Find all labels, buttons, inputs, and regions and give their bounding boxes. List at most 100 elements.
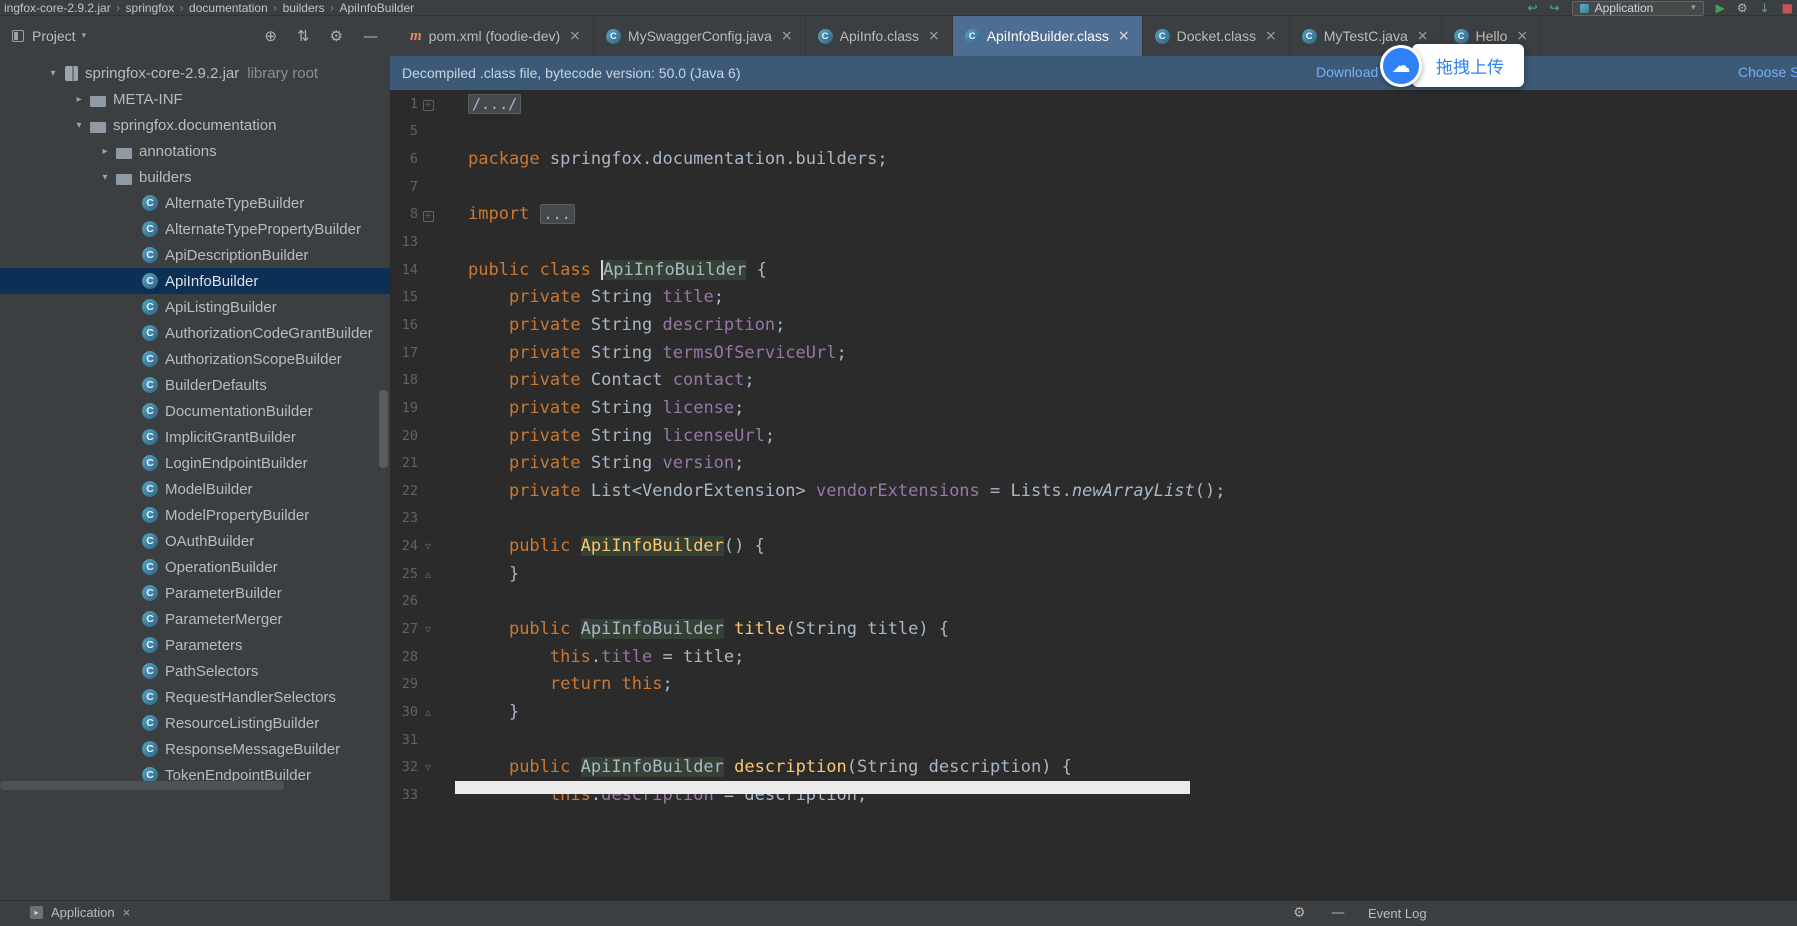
tab-close-icon[interactable]: × [1516, 28, 1528, 44]
fold-marker[interactable]: ▿ [418, 539, 438, 553]
tree-item[interactable]: C AuthorizationCodeGrantBuilder [0, 320, 390, 346]
tab-close-icon[interactable]: × [781, 28, 793, 44]
code-line[interactable]: 25 ▵ } [390, 560, 1797, 588]
fold-marker[interactable]: ▿ [418, 622, 438, 636]
cloud-upload-icon[interactable]: ☁ [1380, 44, 1422, 87]
tree-item[interactable]: C ResponseMessageBuilder [0, 736, 390, 762]
tree-item[interactable]: C ImplicitGrantBuilder [0, 424, 390, 450]
settings-icon[interactable]: ⚙ [1737, 1, 1748, 15]
tree-item[interactable]: C ModelBuilder [0, 476, 390, 502]
settings-icon[interactable]: ⚙ [330, 27, 343, 45]
hide-panel-icon[interactable]: — [363, 27, 378, 45]
code-line[interactable]: 18 private Contact contact; [390, 366, 1797, 394]
choose-sources-link[interactable]: Choose Sources [1738, 64, 1797, 80]
code-line[interactable]: 1 + /.../ [390, 90, 1797, 118]
tree-item[interactable]: C DocumentationBuilder [0, 398, 390, 424]
editor-tab[interactable]: C ApiInfoBuilder.class × [952, 16, 1143, 56]
tree-item[interactable]: C RequestHandlerSelectors [0, 684, 390, 710]
breadcrumb-item[interactable]: builders [283, 1, 325, 15]
breadcrumb-item[interactable]: ingfox-core-2.9.2.jar [4, 1, 111, 15]
editor-tab[interactable]: C Docket.class × [1143, 16, 1290, 56]
tree-item[interactable]: C ApiListingBuilder [0, 294, 390, 320]
settings-icon[interactable]: ⚙ [1293, 905, 1306, 921]
close-icon[interactable]: × [123, 905, 131, 920]
tree-item[interactable]: C ModelPropertyBuilder [0, 502, 390, 528]
breadcrumb-item[interactable]: documentation [189, 1, 268, 15]
code-line[interactable]: 30 ▵ } [390, 698, 1797, 726]
code-line[interactable]: 24 ▿ public ApiInfoBuilder() { [390, 532, 1797, 560]
fold-marker[interactable]: ▵ [418, 567, 438, 581]
tree-item[interactable]: C AlternateTypePropertyBuilder [0, 216, 390, 242]
breadcrumb-item[interactable]: ApiInfoBuilder [339, 1, 414, 15]
fold-marker[interactable]: ▵ [418, 705, 438, 719]
chevron-icon[interactable]: ▸ [68, 94, 90, 105]
code-line[interactable]: 21 private String version; [390, 449, 1797, 477]
chevron-icon[interactable]: ▾ [42, 68, 64, 79]
code-line[interactable]: 31 [390, 726, 1797, 754]
update-icon[interactable]: ↓ [1760, 1, 1770, 15]
code-line[interactable]: 23 [390, 505, 1797, 533]
run-tool-window-tab[interactable]: ▸ Application × [30, 905, 130, 920]
code-line[interactable]: 26 [390, 588, 1797, 616]
drag-upload-button[interactable]: 拖拽上传 [1412, 44, 1524, 87]
tree-item[interactable]: C ApiInfoBuilder [0, 268, 390, 294]
tree-item[interactable]: C AuthorizationScopeBuilder [0, 346, 390, 372]
code-line[interactable]: 17 private String termsOfServiceUrl; [390, 339, 1797, 367]
run-configuration-select[interactable]: Application ▾ [1571, 0, 1704, 16]
tree-item[interactable]: ▸ META-INF [0, 86, 390, 112]
vertical-scrollbar[interactable] [379, 390, 388, 468]
code-line[interactable]: 19 private String license; [390, 394, 1797, 422]
tree-item[interactable]: C Parameters [0, 632, 390, 658]
code-line[interactable]: 8 + import ... [390, 201, 1797, 229]
tree-item[interactable]: C ParameterBuilder [0, 580, 390, 606]
forward-icon[interactable]: ↪ [1550, 1, 1560, 15]
tree-item[interactable]: C ApiDescriptionBuilder [0, 242, 390, 268]
tree-item[interactable]: C ParameterMerger [0, 606, 390, 632]
editor-tab[interactable]: m pom.xml (foodie-dev) × [398, 16, 594, 56]
tree-item[interactable]: ▾ builders [0, 164, 390, 190]
horizontal-scrollbar[interactable] [0, 781, 284, 790]
editor-tab[interactable]: C ApiInfo.class × [806, 16, 953, 56]
code-line[interactable]: 16 private String description; [390, 311, 1797, 339]
tab-close-icon[interactable]: × [569, 28, 581, 44]
tab-close-icon[interactable]: × [1118, 28, 1130, 44]
code-editor[interactable]: 1 + /.../ 5 6 package springfox.documentation… [390, 90, 1797, 900]
chevron-icon[interactable]: ▾ [94, 172, 116, 183]
tree-item[interactable]: C PathSelectors [0, 658, 390, 684]
tab-close-icon[interactable]: × [928, 28, 940, 44]
tree-item[interactable]: ▾ springfox.documentation [0, 112, 390, 138]
tree-item[interactable]: C OperationBuilder [0, 554, 390, 580]
code-line[interactable]: 27 ▿ public ApiInfoBuilder title(String t… [390, 615, 1797, 643]
tree-item[interactable]: C OAuthBuilder [0, 528, 390, 554]
breadcrumb-item[interactable]: springfox [126, 1, 175, 15]
scroll-from-source-icon[interactable]: ⇅ [297, 27, 310, 45]
code-line[interactable]: 28 this.title = title; [390, 643, 1797, 671]
tree-item[interactable]: C ResourceListingBuilder [0, 710, 390, 736]
code-line[interactable]: 15 private String title; [390, 283, 1797, 311]
fold-marker[interactable]: + [418, 207, 438, 222]
code-line[interactable]: 20 private String licenseUrl; [390, 422, 1797, 450]
back-icon[interactable]: ↩ [1527, 1, 1537, 15]
hide-icon[interactable]: — [1331, 905, 1345, 921]
tree-item[interactable]: C LoginEndpointBuilder [0, 450, 390, 476]
code-line[interactable]: 6 package springfox.documentation.builder… [390, 145, 1797, 173]
tab-close-icon[interactable]: × [1417, 28, 1429, 44]
code-line[interactable]: 14 public class ApiInfoBuilder { [390, 256, 1797, 284]
chevron-icon[interactable]: ▾ [68, 120, 90, 131]
run-icon[interactable]: ▶ [1716, 1, 1725, 15]
tree-item[interactable]: ▸ annotations [0, 138, 390, 164]
tree-item[interactable]: C BuilderDefaults [0, 372, 390, 398]
stop-icon[interactable]: ■ [1782, 1, 1793, 15]
fold-marker[interactable]: + [418, 96, 438, 112]
chevron-icon[interactable]: ▸ [94, 146, 116, 157]
fold-marker[interactable]: ▿ [418, 760, 438, 774]
code-line[interactable]: 29 return this; [390, 670, 1797, 698]
chevron-down-icon[interactable]: ▾ [82, 31, 87, 41]
editor-tab[interactable]: C MySwaggerConfig.java × [594, 16, 806, 56]
code-line[interactable]: 7 [390, 173, 1797, 201]
locate-file-icon[interactable]: ⊕ [264, 27, 277, 45]
tree-item[interactable]: ▾ springfox-core-2.9.2.jar library root [0, 60, 390, 86]
tree-item[interactable]: C AlternateTypeBuilder [0, 190, 390, 216]
code-line[interactable]: 5 [390, 118, 1797, 146]
code-line[interactable]: 13 [390, 228, 1797, 256]
